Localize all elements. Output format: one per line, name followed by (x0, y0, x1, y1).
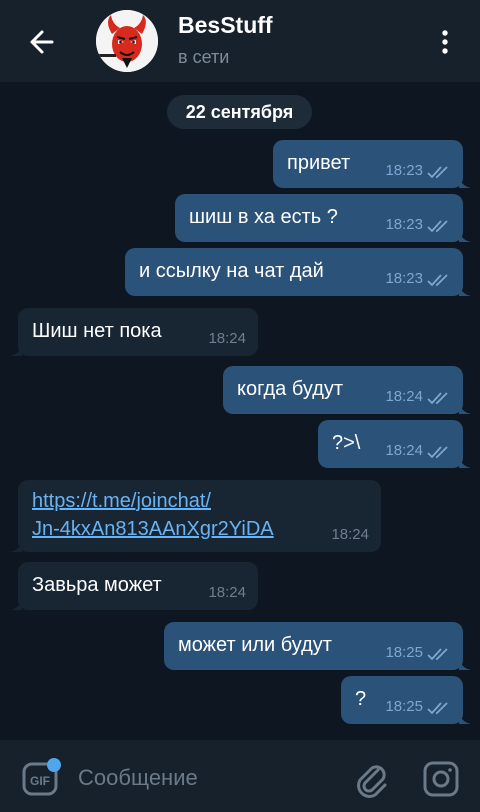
date-separator: 22 сентября (167, 95, 312, 129)
message-time: 18:24 (208, 330, 246, 347)
chat-title[interactable]: BesStuff (178, 12, 273, 39)
message-text: когда будут (237, 378, 344, 400)
message-bubble-incoming[interactable]: Шиш нет пока 18:24 (10, 308, 258, 356)
message-bubble-outgoing[interactable]: ?>\ 18:24 (318, 420, 471, 468)
chat-header: BesStuff в сети (0, 0, 480, 82)
bubble-tail (459, 658, 471, 670)
online-status: в сети (178, 47, 230, 67)
message-bubble-outgoing[interactable]: привет 18:23 (273, 140, 471, 188)
double-check-icon (427, 166, 448, 179)
message-bubble-outgoing[interactable]: шиш в ха есть ? 18:23 (175, 194, 471, 242)
devil-avatar-image (96, 10, 158, 72)
camera-button[interactable] (422, 760, 460, 798)
message-time: 18:24 (385, 442, 423, 459)
avatar[interactable] (96, 10, 158, 72)
message-text: ?>\ (332, 432, 361, 454)
attach-button[interactable] (354, 760, 390, 798)
message-time: 18:23 (385, 162, 423, 179)
paperclip-icon (357, 765, 387, 798)
message-time: 18:24 (208, 584, 246, 601)
message-bubble-outgoing[interactable]: и ссылку на чат дай 18:23 (125, 248, 471, 296)
camera-icon (423, 761, 459, 797)
double-check-icon (427, 220, 448, 233)
message-text: и ссылку на чат дай (139, 260, 324, 282)
double-check-icon (427, 446, 448, 459)
bubble-tail (10, 540, 22, 552)
more-vertical-icon (442, 30, 448, 54)
bubble-tail (459, 712, 471, 724)
message-time: 18:23 (385, 270, 423, 287)
message-bubble-outgoing[interactable]: когда будут 18:24 (223, 366, 471, 414)
double-check-icon (427, 392, 448, 405)
message-time: 18:24 (331, 526, 369, 543)
message-input[interactable] (78, 756, 338, 800)
back-button[interactable] (18, 24, 66, 60)
message-time: 18:24 (385, 388, 423, 405)
message-link[interactable]: https://t.me/joinchat/ (32, 490, 211, 513)
bubble-tail (459, 456, 471, 468)
message-bubble-outgoing[interactable]: ? 18:25 (341, 676, 471, 724)
message-text: ? (355, 688, 367, 710)
bubble-tail (459, 230, 471, 242)
message-bubble-incoming[interactable]: Завьра может 18:24 (10, 562, 258, 610)
message-text: шиш в ха есть ? (189, 206, 338, 228)
bubble-tail (459, 176, 471, 188)
message-text: Шиш нет пока (32, 320, 162, 342)
notification-dot (47, 758, 61, 772)
menu-button[interactable] (430, 24, 460, 60)
arrow-left-icon (30, 30, 54, 54)
bubble-tail (459, 402, 471, 414)
bubble-tail (459, 284, 471, 296)
double-check-icon (427, 648, 448, 661)
message-text: Завьра может (32, 574, 162, 596)
message-time: 18:23 (385, 216, 423, 233)
bubble-tail (10, 598, 22, 610)
message-link[interactable]: Jn-4kxAn813AAnXgr2YiDA (32, 518, 274, 541)
double-check-icon (427, 274, 448, 287)
message-text: может или будут (178, 634, 332, 656)
message-bubble-outgoing[interactable]: может или будут 18:25 (164, 622, 471, 670)
message-time: 18:25 (385, 698, 423, 715)
gif-label: GIF (30, 774, 50, 788)
message-text: привет (287, 152, 351, 174)
bubble-tail (10, 344, 22, 356)
message-time: 18:25 (385, 644, 423, 661)
message-bubble-incoming[interactable]: https://t.me/joinchat/ Jn-4kxAn813AAnXgr… (10, 480, 381, 552)
double-check-icon (427, 702, 448, 715)
